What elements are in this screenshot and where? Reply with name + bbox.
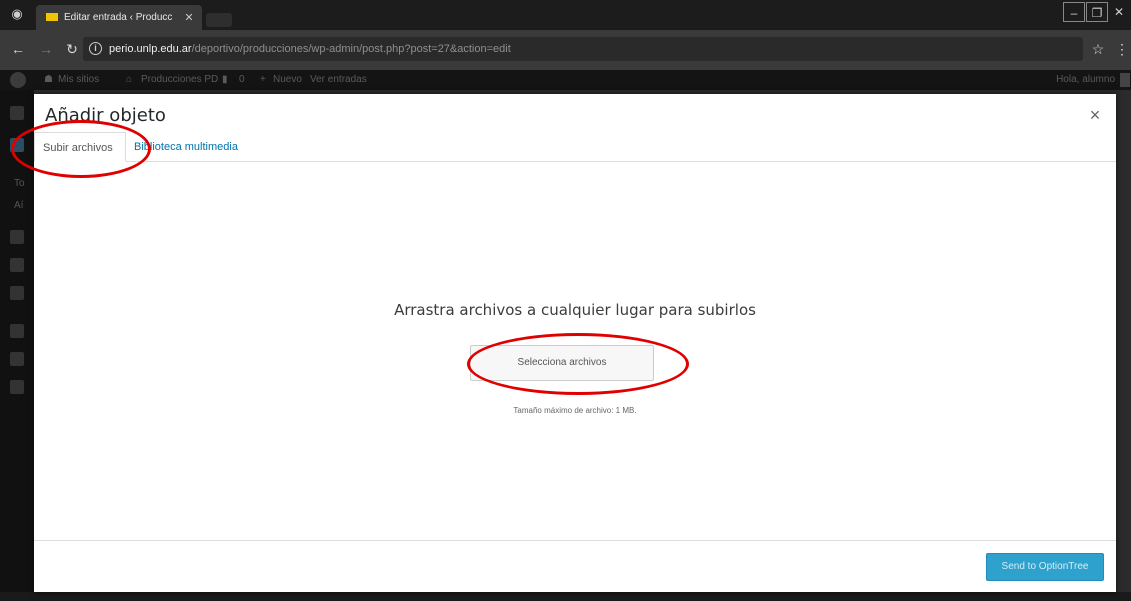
bookmark-star-icon[interactable]: ☆ (1090, 40, 1106, 58)
wordpress-logo-icon[interactable] (10, 72, 26, 88)
new-tab-button[interactable] (206, 13, 232, 27)
forward-arrow-icon[interactable]: → (37, 40, 55, 58)
tab-upload-files[interactable]: Subir archivos (34, 132, 126, 162)
sidebar-text-2: Aí (14, 200, 24, 211)
settings-icon[interactable] (10, 380, 24, 394)
favicon-icon (46, 13, 58, 21)
users-icon[interactable] (10, 324, 24, 338)
select-files-button[interactable]: Selecciona archivos (470, 345, 654, 381)
tab-title: Editar entrada ‹ Producc (64, 12, 173, 23)
tools-icon[interactable] (10, 352, 24, 366)
site-name-link[interactable]: Producciones PD (141, 73, 218, 87)
browser-toolbar: ← → ↻ i perio.unlp.edu.ar/deportivo/prod… (0, 30, 1131, 70)
wp-sidebar: To Aí (0, 90, 34, 601)
minimize-icon[interactable]: – (1063, 2, 1085, 22)
incognito-icon: ◉ (11, 6, 23, 21)
url-text: perio.unlp.edu.ar/deportivo/producciones… (109, 41, 511, 57)
window-close-icon[interactable]: ✕ (1110, 2, 1128, 22)
my-sites-link[interactable]: Mis sitios (58, 73, 99, 87)
tab-close-icon[interactable]: ✕ (183, 11, 195, 25)
menu-kebab-icon[interactable]: ⋮ (1115, 40, 1129, 58)
url-host: perio.unlp.edu.ar (109, 43, 192, 55)
media-icon[interactable] (10, 230, 24, 244)
home-icon[interactable]: ⌂ (126, 73, 132, 87)
modal-tabs: Subir archivos Biblioteca multimedia (34, 132, 1116, 162)
address-bar[interactable]: i perio.unlp.edu.ar/deportivo/produccion… (83, 37, 1083, 61)
info-icon[interactable]: i (89, 42, 102, 55)
url-path: /deportivo/producciones/wp-admin/post.ph… (191, 43, 511, 55)
plus-icon[interactable]: + (260, 73, 266, 87)
bottom-strip (0, 592, 1131, 601)
back-arrow-icon[interactable]: ← (9, 40, 27, 58)
posts-icon[interactable] (10, 138, 24, 152)
modal-footer: Send to OptionTree (34, 540, 1116, 592)
browser-tab[interactable]: Editar entrada ‹ Producc ✕ (36, 5, 202, 30)
wp-admin-bar: ☗ Mis sitios ⌂ Producciones PD ▮ 0 + Nue… (0, 70, 1131, 90)
comments-icon[interactable]: ▮ (222, 73, 228, 87)
tab-strip: ◉ Editar entrada ‹ Producc ✕ – ❐ ✕ (0, 0, 1131, 30)
close-icon[interactable]: × (1084, 104, 1106, 126)
comments-count[interactable]: 0 (239, 73, 245, 87)
view-posts-link[interactable]: Ver entradas (310, 73, 367, 87)
reload-icon[interactable]: ↻ (63, 40, 81, 58)
media-modal: Añadir objeto × Subir archivos Bibliotec… (34, 94, 1116, 592)
new-content-link[interactable]: Nuevo (273, 73, 302, 87)
my-sites-icon[interactable]: ☗ (44, 73, 53, 87)
mail-icon[interactable] (10, 286, 24, 300)
modal-title: Añadir objeto (45, 105, 166, 126)
avatar[interactable] (1120, 73, 1130, 87)
drop-instructions: Arrastra archivos a cualquier lugar para… (394, 301, 756, 319)
browser-window: ◉ Editar entrada ‹ Producc ✕ – ❐ ✕ ← → ↻… (0, 0, 1131, 601)
maximize-icon[interactable]: ❐ (1086, 2, 1108, 22)
tab-media-library[interactable]: Biblioteca multimedia (126, 132, 256, 162)
dashboard-icon[interactable] (10, 106, 24, 120)
send-to-optiontree-button[interactable]: Send to OptionTree (986, 553, 1104, 581)
sidebar-text-1: To (14, 178, 25, 189)
user-greeting[interactable]: Hola, alumno (1056, 73, 1115, 87)
max-file-size: Tamaño máximo de archivo: 1 MB. (513, 406, 637, 415)
comments-sidebar-icon[interactable] (10, 258, 24, 272)
